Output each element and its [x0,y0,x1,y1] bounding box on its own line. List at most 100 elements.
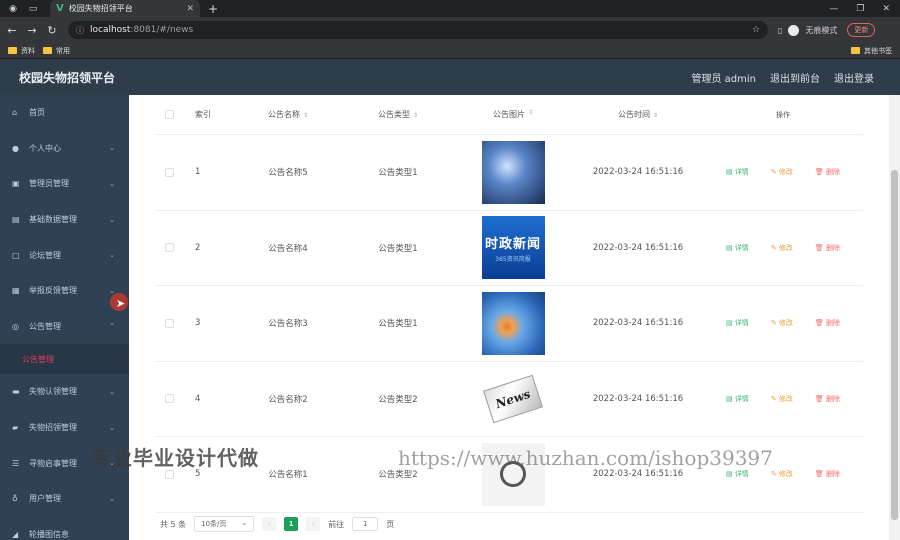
notice-thumbnail[interactable]: 时政新闻 365资讯简报 [481,216,545,280]
report-icon: ▦ [12,286,20,296]
header-time[interactable]: 公告时间 ⇕ [573,109,703,120]
scrollbar-thumb[interactable] [891,170,898,520]
edit-button[interactable]: ✎ 修改 [771,394,793,404]
site-info-icon[interactable]: ⓘ [76,25,84,36]
detail-button[interactable]: ▤ 详情 [726,469,749,479]
edit-button[interactable]: ✎ 修改 [771,469,793,479]
new-tab-icon[interactable]: + [208,2,218,16]
edit-button[interactable]: ✎ 修改 [771,167,793,177]
header-name[interactable]: 公告名称 ⇕ [233,109,343,120]
sort-icon[interactable]: ⇕ [413,112,418,119]
chevron-down-icon: ⌄ [109,144,115,153]
chevron-down-icon: ⌄ [109,387,115,396]
select-all-checkbox[interactable] [164,110,174,119]
sidebar-item-carousel[interactable]: ◢ 轮播图信息 [0,517,129,540]
prev-page-button[interactable]: ‹ [262,517,277,531]
back-icon[interactable]: ← [4,24,20,37]
sidebar-item-profile[interactable]: ● 个人中心 ⌄ [0,131,129,167]
header-type[interactable]: 公告类型 ⇕ [343,109,453,120]
browser-tab[interactable]: V 校园失物招领平台 ✕ [50,0,200,17]
row-name: 公告名称5 [268,168,308,179]
update-button[interactable]: 更新 [847,23,876,37]
detail-button[interactable]: ▤ 详情 [726,167,749,177]
tab-close-icon[interactable]: ✕ [186,4,194,14]
watermark-text: 专业毕业设计代做 [91,446,259,470]
search-notice-icon: ☰ [12,458,20,468]
tab-list-icon[interactable]: ▭ [26,2,40,16]
sidebar-toggle-icon[interactable]: ▯ [778,26,782,35]
sort-icon[interactable]: ⇕ [528,109,533,120]
detail-button[interactable]: ▤ 详情 [726,318,749,328]
page-size-select[interactable]: 10条/页 ⌄ [194,516,255,532]
row-checkbox[interactable] [164,394,174,404]
browser-menu-icon[interactable]: ◉ [6,2,20,16]
sidebar-subitem-notice-manage[interactable]: 公告管理 [0,344,129,375]
header-image[interactable]: 公告图片 ⇕ [453,109,573,120]
delete-button[interactable]: 🗑 删除 [815,318,840,328]
page-scrollbar[interactable] [889,95,900,540]
chevron-down-icon: ⌄ [109,215,115,224]
forward-icon[interactable]: → [24,24,40,37]
edit-button[interactable]: ✎ 修改 [771,243,793,253]
sidebar-item-users[interactable]: ♁ 用户管理 ⌄ [0,481,129,517]
row-type: 公告类型2 [378,470,418,481]
logout-link[interactable]: 退出登录 [834,70,874,85]
sidebar-item-home[interactable]: ⌂ 首页 [0,95,129,131]
row-checkbox[interactable] [164,318,174,328]
sort-icon[interactable]: ⇕ [303,112,308,119]
row-index: 4 [195,393,201,404]
row-index: 2 [195,242,201,253]
other-bookmarks[interactable]: 其他书签 [851,46,892,56]
forum-icon: ▢ [12,250,20,260]
vue-logo-icon: V [56,3,64,14]
next-page-button[interactable]: › [306,517,321,531]
close-window-icon[interactable]: ✕ [882,4,890,14]
delete-button[interactable]: 🗑 删除 [815,469,840,479]
sidebar-item-lost-found[interactable]: ▰ 失物招领管理 ⌄ [0,410,129,446]
sidebar-item-forum[interactable]: ▢ 论坛管理 ⌄ [0,237,129,273]
window-controls: — ❐ ✕ [829,4,890,14]
restore-icon[interactable]: ❐ [856,4,864,14]
current-page[interactable]: 1 [284,517,299,531]
admin-user-label: 管理员 admin [691,73,756,85]
sort-icon[interactable]: ⇕ [653,112,658,119]
sidebar: ⌂ 首页 ● 个人中心 ⌄ ▣ 管理员管理 ⌄ ▤ 基础数据管理 ⌄ ▢ 论坛管… [0,95,129,540]
url-host: localhost [90,25,131,35]
delete-button[interactable]: 🗑 删除 [815,167,840,177]
goto-page-input[interactable]: 1 [352,517,379,531]
detail-button[interactable]: ▤ 详情 [726,243,749,253]
bookmark-folder[interactable]: 资料 [8,46,35,56]
data-icon: ▤ [12,215,20,225]
row-checkbox[interactable] [164,167,174,177]
sidebar-item-notices[interactable]: ◎ 公告管理 ⌃ [0,309,129,345]
thumbnail-subtitle: 365资讯简报 [495,255,531,263]
exit-to-frontend-link[interactable]: 退出到前台 [770,70,820,85]
notice-thumbnail[interactable] [481,140,545,204]
user-icon: ● [12,143,19,153]
delete-button[interactable]: 🗑 删除 [815,243,840,253]
delete-button[interactable]: 🗑 删除 [815,394,840,404]
url-path: :8081/#/news [130,25,194,35]
sidebar-item-admins[interactable]: ▣ 管理员管理 ⌄ [0,166,129,202]
bookmark-folder[interactable]: 常用 [43,46,70,56]
address-bar[interactable]: ⓘ localhost:8081/#/news ☆ [68,21,768,39]
sidebar-item-base-data[interactable]: ▤ 基础数据管理 ⌄ [0,202,129,238]
notice-thumbnail[interactable]: News [481,367,545,431]
tab-title: 校园失物招领平台 [68,4,133,13]
sidebar-item-claims[interactable]: ▬ 失物认领管理 ⌄ [0,374,129,410]
header-index: 索引 [195,110,211,119]
bookmark-star-icon[interactable]: ☆ [752,25,760,35]
row-checkbox[interactable] [164,469,174,479]
reload-icon[interactable]: ↻ [44,24,60,37]
edit-button[interactable]: ✎ 修改 [771,318,793,328]
row-checkbox[interactable] [164,243,174,253]
users-icon: ♁ [12,494,18,504]
detail-button[interactable]: ▤ 详情 [726,394,749,404]
profile-avatar[interactable] [788,24,800,36]
notice-thumbnail[interactable] [481,291,545,355]
row-type: 公告类型2 [378,394,418,405]
row-type: 公告类型1 [378,243,418,254]
bookmarks-bar: 资料 常用 其他书签 [0,43,900,59]
minimize-icon[interactable]: — [829,4,838,14]
notice-icon: ◎ [12,321,19,331]
